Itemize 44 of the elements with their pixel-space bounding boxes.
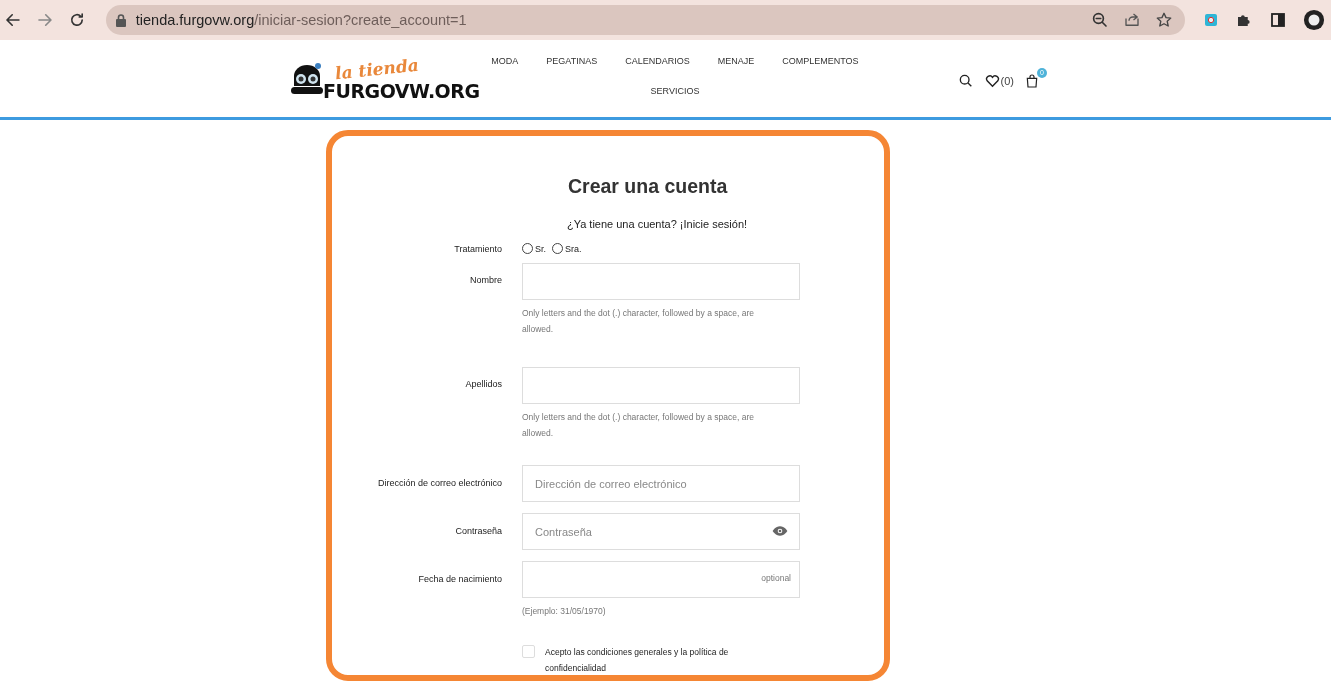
address-bar[interactable]: tienda.furgovw.org/iniciar-sesion?create_account=1 <box>105 5 1185 35</box>
sidebar-icon[interactable] <box>1269 11 1287 29</box>
field-label: Contraseña <box>454 525 502 538</box>
nav-link[interactable]: COMPLEMENTOS <box>768 54 873 68</box>
back-icon[interactable] <box>4 11 22 29</box>
nav-link[interactable]: PEGATINAS <box>532 54 612 68</box>
page-title: Crear una cuenta <box>567 174 729 198</box>
nav-link[interactable]: MENAJE <box>703 54 769 68</box>
field-label: Nombre <box>469 274 502 287</box>
terms-label: Acepto las condiciones generales y la política de confidencialidad <box>545 646 730 675</box>
extension-icon[interactable] <box>1203 12 1219 28</box>
shopping-bag-icon[interactable] <box>1024 72 1040 89</box>
terms-checkbox[interactable] <box>522 645 535 658</box>
share-icon[interactable] <box>1123 11 1141 29</box>
birthdate-field[interactable] <box>522 561 800 598</box>
field-hint: Only letters and the dot (.) character, followed by a space, are allowed. <box>522 411 755 440</box>
heart-icon[interactable] <box>983 72 1001 89</box>
field-hint: Only letters and the dot (.) character, followed by a space, are allowed. <box>522 307 755 336</box>
url-text: tienda.furgovw.org/iniciar-sesion?create_account=1 <box>135 12 468 28</box>
eye-icon[interactable] <box>772 523 788 539</box>
nav-link[interactable]: CALENDARIOS <box>611 54 704 68</box>
zoom-out-icon[interactable] <box>1091 11 1109 29</box>
wishlist-count: (0) <box>1000 74 1014 87</box>
email-field[interactable]: Dirección de correo electrónico <box>522 465 800 502</box>
field-label: Fecha de nacimiento <box>417 573 502 586</box>
radio-label: Sra. <box>565 243 582 254</box>
login-prompt[interactable]: ¿Ya tiene una cuenta? ¡Inicie sesión! <box>492 218 822 230</box>
avatar-icon[interactable] <box>1303 9 1325 31</box>
nav-link[interactable]: MODA <box>477 54 533 68</box>
field-label: Tratamiento <box>453 243 502 254</box>
field-hint: (Ejemplo: 31/05/1970) <box>522 605 607 618</box>
text-field[interactable] <box>522 367 800 404</box>
text-field[interactable] <box>522 263 800 300</box>
optional-label: optional <box>761 573 791 583</box>
password-field[interactable]: Contraseña <box>522 513 800 550</box>
field-label: Apellidos <box>464 378 502 391</box>
star-icon[interactable] <box>1155 11 1173 29</box>
lock-icon <box>115 13 126 27</box>
search-icon[interactable] <box>957 72 974 89</box>
forward-icon[interactable] <box>35 11 54 29</box>
radio-label: Sr. <box>535 243 546 254</box>
van-mascot-icon <box>290 61 324 96</box>
field-label: Dirección de correo electrónico <box>376 477 502 490</box>
nav-link[interactable]: SERVICIOS <box>636 84 714 98</box>
